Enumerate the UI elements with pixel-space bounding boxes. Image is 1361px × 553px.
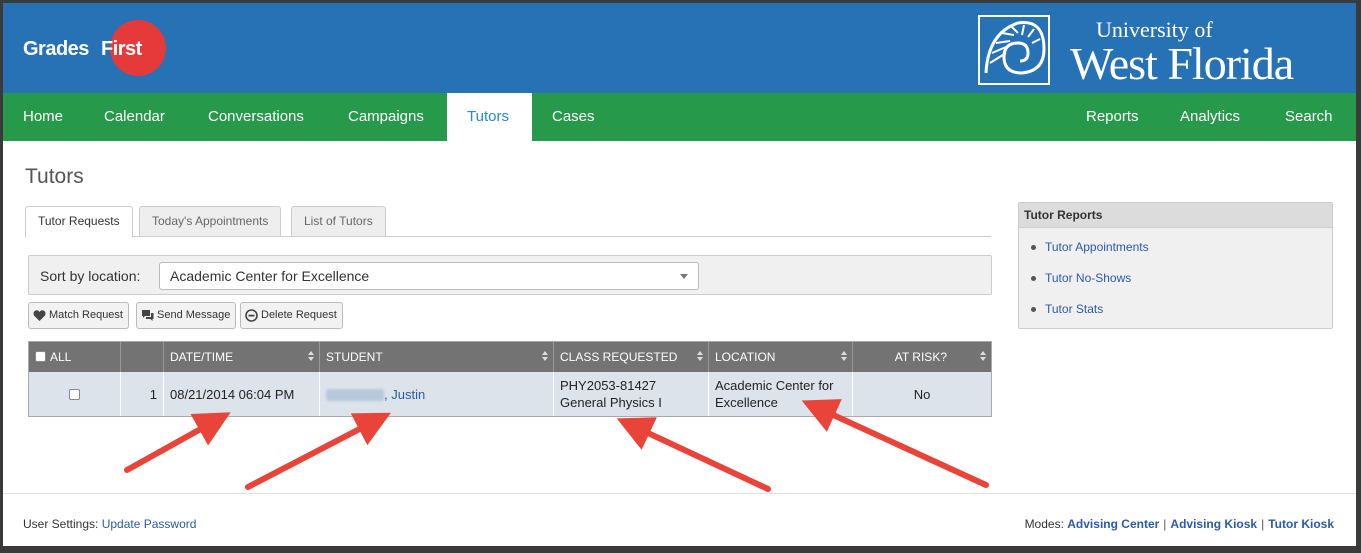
match-request-button[interactable]: Match Request bbox=[28, 302, 129, 329]
tab-todays-appointments[interactable]: Today's Appointments bbox=[139, 206, 282, 237]
location-select-value: Academic Center for Excellence bbox=[170, 268, 370, 284]
location-line1: Academic Center for bbox=[715, 378, 834, 393]
column-student[interactable]: STUDENT bbox=[320, 342, 554, 372]
modes: Modes: Advising Center | Advising Kiosk | Tu… bbox=[1024, 517, 1334, 531]
logo-text-grades: Grades bbox=[23, 38, 89, 60]
page-title: Tutors bbox=[25, 165, 84, 188]
tutor-stats-link[interactable]: Tutor Stats bbox=[1031, 302, 1103, 316]
column-datetime[interactable]: DATE/TIME bbox=[164, 342, 320, 372]
heart-icon bbox=[33, 310, 46, 321]
column-index bbox=[121, 342, 164, 372]
nav-cases[interactable]: Cases bbox=[532, 93, 615, 141]
column-all[interactable]: ALL bbox=[29, 342, 121, 372]
column-at-risk[interactable]: AT RISK? bbox=[853, 342, 991, 372]
location-select[interactable]: Academic Center for Excellence bbox=[159, 262, 699, 290]
user-settings-label: User Settings: bbox=[23, 517, 99, 531]
university-name-line2: West Florida bbox=[1070, 38, 1294, 89]
minus-circle-icon bbox=[245, 309, 258, 322]
tutor-reports-panel: Tutor Reports Tutor Appointments Tutor N… bbox=[1018, 202, 1333, 329]
tab-tutor-requests[interactable]: Tutor Requests bbox=[25, 206, 133, 238]
delete-request-label: Delete Request bbox=[261, 309, 337, 321]
match-request-label: Match Request bbox=[49, 309, 123, 321]
mode-advising-center[interactable]: Advising Center bbox=[1067, 517, 1159, 531]
nautilus-shell-icon bbox=[978, 15, 1050, 85]
tutor-no-shows-link[interactable]: Tutor No-Shows bbox=[1031, 271, 1131, 285]
mode-advising-kiosk[interactable]: Advising Kiosk bbox=[1170, 517, 1257, 531]
arrow-class-icon bbox=[616, 417, 771, 492]
nav-tutors[interactable]: Tutors bbox=[447, 93, 532, 141]
chevron-down-icon bbox=[680, 274, 688, 279]
delete-request-button[interactable]: Delete Request bbox=[240, 302, 343, 329]
student-link[interactable]: , Justin bbox=[384, 387, 425, 402]
app-window: Grades First University of West Florida … bbox=[3, 3, 1356, 546]
nav-home[interactable]: Home bbox=[3, 93, 83, 141]
arrow-location-icon bbox=[801, 399, 989, 488]
sort-label: Sort by location: bbox=[40, 268, 141, 284]
row-class-requested: PHY2053-81427 General Physics I bbox=[554, 372, 709, 416]
nav-campaigns[interactable]: Campaigns bbox=[328, 93, 444, 141]
row-location: Academic Center for Excellence bbox=[709, 372, 853, 416]
gradesfirst-logo[interactable]: Grades First bbox=[23, 20, 173, 76]
tab-strip: Tutor Requests Today's Appointments List… bbox=[25, 206, 991, 238]
location-line2: Excellence bbox=[715, 395, 778, 410]
redacted-surname bbox=[326, 389, 384, 402]
row-at-risk: No bbox=[913, 386, 931, 402]
column-class-requested[interactable]: CLASS REQUESTED bbox=[554, 342, 709, 372]
tutor-appointments-link[interactable]: Tutor Appointments bbox=[1031, 240, 1149, 254]
row-index: 1 bbox=[121, 372, 164, 416]
class-name: General Physics I bbox=[560, 395, 662, 410]
university-logo: University of West Florida bbox=[978, 13, 1338, 89]
logo-text-first: First bbox=[101, 38, 142, 60]
table-row[interactable]: 1 08/21/2014 06:04 PM , Justin PHY2053-8… bbox=[29, 372, 991, 416]
tutor-requests-table: ALL DATE/TIME STUDENT CLASS REQUESTED LO… bbox=[28, 341, 992, 417]
nav-search[interactable]: Search bbox=[1265, 93, 1353, 141]
footer: User Settings: Update Password Modes: Ad… bbox=[3, 493, 1356, 546]
class-code: PHY2053-81427 bbox=[560, 378, 657, 393]
table-header: ALL DATE/TIME STUDENT CLASS REQUESTED LO… bbox=[29, 342, 991, 372]
nav-reports[interactable]: Reports bbox=[1066, 93, 1159, 141]
main-nav: Home Calendar Conversations Campaigns Tu… bbox=[3, 93, 1356, 141]
user-settings: User Settings: Update Password bbox=[23, 517, 196, 531]
send-message-button[interactable]: Send Message bbox=[136, 302, 237, 329]
column-location[interactable]: LOCATION bbox=[709, 342, 853, 372]
row-student[interactable]: , Justin bbox=[320, 372, 554, 416]
row-datetime: 08/21/2014 06:04 PM bbox=[164, 372, 320, 416]
arrow-student-icon bbox=[245, 412, 391, 490]
nav-calendar[interactable]: Calendar bbox=[84, 93, 185, 141]
arrow-datetime-icon bbox=[124, 412, 231, 473]
send-message-label: Send Message bbox=[157, 309, 231, 321]
sort-bar: Sort by location: Academic Center for Ex… bbox=[28, 255, 992, 295]
nav-conversations[interactable]: Conversations bbox=[188, 93, 324, 141]
mode-tutor-kiosk[interactable]: Tutor Kiosk bbox=[1268, 517, 1334, 531]
nav-analytics[interactable]: Analytics bbox=[1160, 93, 1260, 141]
header-bar: Grades First University of West Florida bbox=[3, 3, 1356, 93]
chat-bubbles-icon bbox=[142, 310, 154, 321]
tab-list-of-tutors[interactable]: List of Tutors bbox=[291, 206, 386, 237]
tutor-reports-title: Tutor Reports bbox=[1019, 203, 1332, 228]
row-checkbox[interactable] bbox=[69, 388, 80, 400]
modes-label: Modes: bbox=[1024, 517, 1064, 531]
row-select-cell bbox=[29, 372, 121, 416]
select-all-checkbox[interactable] bbox=[35, 351, 46, 362]
update-password-link[interactable]: Update Password bbox=[102, 517, 197, 531]
